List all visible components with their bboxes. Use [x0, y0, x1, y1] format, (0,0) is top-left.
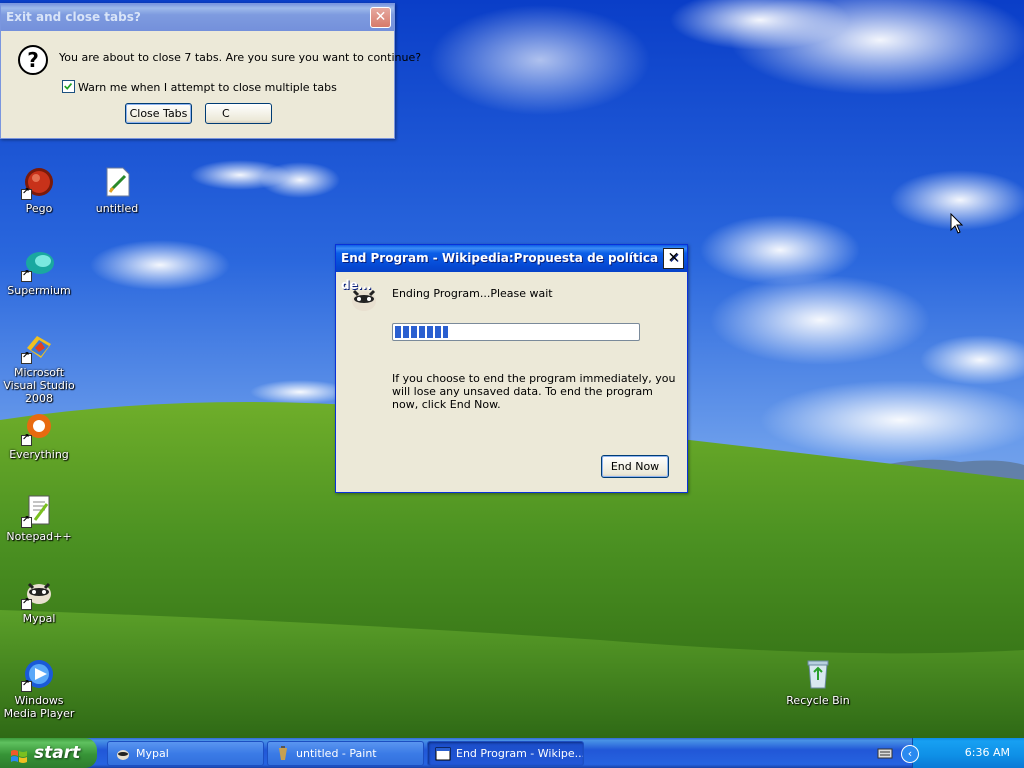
start-button[interactable]: start: [0, 738, 97, 768]
desktop-icon-recycle-bin[interactable]: Recycle Bin: [779, 658, 857, 707]
desktop-icon-label: Windows Media Player: [3, 694, 75, 720]
media-player-icon: [21, 658, 55, 692]
mypal-icon: [348, 283, 380, 315]
end-program-dialog: End Program - Wikipedia:Propuesta de pol…: [335, 244, 688, 493]
mypal-icon: [21, 576, 55, 610]
desktop-icon-label: untitled: [95, 202, 139, 215]
mouse-pointer-icon: [950, 212, 964, 235]
progress-bar-fill: [395, 326, 449, 338]
desktop-icon-everything[interactable]: Everything: [0, 412, 78, 461]
taskbar-item-label: Mypal: [136, 747, 169, 760]
end-now-button[interactable]: End Now: [601, 455, 669, 478]
progress-bar: [392, 323, 640, 341]
notepadpp-icon: [21, 494, 55, 528]
cancel-button[interactable]: C: [205, 103, 272, 124]
desktop-icon-media-player[interactable]: Windows Media Player: [0, 658, 78, 720]
shortcut-arrow-icon: [21, 679, 32, 692]
question-icon: ?: [18, 45, 48, 75]
warn-checkbox-label: Warn me when I attempt to close multiple…: [78, 81, 337, 94]
system-tray: ‹ 6:36 AM: [877, 738, 1024, 768]
windows-flag-icon: [10, 745, 28, 763]
dialog-title: Exit and close tabs?: [6, 10, 141, 24]
dialog-title: End Program - Wikipedia:Propuesta de pol…: [341, 251, 659, 292]
desktop-icon-label: Notepad++: [6, 530, 72, 543]
taskbar-item-mypal[interactable]: Mypal: [107, 741, 264, 766]
desktop-icon-mypal[interactable]: Mypal: [0, 576, 78, 625]
supermium-icon: [21, 248, 55, 282]
shortcut-arrow-icon: [21, 269, 32, 282]
pego-icon: [21, 166, 55, 200]
dialog-titlebar[interactable]: Exit and close tabs? ✕: [1, 4, 394, 31]
shortcut-arrow-icon: [21, 433, 32, 446]
chevron-left-icon[interactable]: ‹: [901, 745, 919, 763]
paint-icon: [275, 746, 291, 762]
taskbar-clock[interactable]: 6:36 AM: [965, 738, 1010, 768]
desktop-icon-notepadpp[interactable]: Notepad++: [0, 494, 78, 543]
desktop-icon-label: Pego: [25, 202, 53, 215]
taskbar-item-label: End Program - Wikipe...: [456, 747, 584, 760]
desktop-icon-label: Recycle Bin: [786, 694, 850, 707]
paint-file-icon: [101, 166, 133, 198]
keyboard-icon[interactable]: [877, 746, 893, 760]
close-icon[interactable]: ✕: [663, 248, 684, 269]
end-program-warning: If you choose to end the program immedia…: [392, 372, 676, 411]
window-icon: [435, 746, 451, 762]
shortcut-arrow-icon: [21, 515, 32, 528]
desktop-icon-label: Mypal: [22, 612, 56, 625]
taskbar-item-end-program[interactable]: End Program - Wikipe...: [427, 741, 584, 766]
desktop-icon-label: Microsoft Visual Studio 2008: [3, 366, 75, 405]
visual-studio-icon: [21, 330, 55, 364]
dialog-message: You are about to close 7 tabs. Are you s…: [59, 51, 422, 64]
taskbar: start Mypal untitled - Paint End Program…: [0, 738, 1024, 768]
desktop-icon-supermium[interactable]: Supermium: [0, 248, 78, 297]
start-label: start: [34, 743, 81, 763]
desktop-icon-label: Supermium: [7, 284, 71, 297]
warn-checkbox[interactable]: [62, 80, 75, 93]
desktop-icon-label: Everything: [9, 448, 69, 461]
everything-icon: [21, 412, 55, 446]
recycle-bin-icon: [802, 658, 834, 690]
desktop-icon-pego[interactable]: Pego: [0, 166, 78, 215]
desktop-icon-untitled[interactable]: untitled: [78, 166, 156, 215]
taskbar-item-label: untitled - Paint: [296, 747, 377, 760]
taskbar-item-paint[interactable]: untitled - Paint: [267, 741, 424, 766]
shortcut-arrow-icon: [21, 597, 32, 610]
mypal-icon: [115, 746, 131, 762]
close-icon[interactable]: ✕: [370, 7, 391, 28]
shortcut-arrow-icon: [21, 351, 32, 364]
end-program-status: Ending Program...Please wait: [392, 287, 553, 300]
desktop-icon-visual-studio[interactable]: Microsoft Visual Studio 2008: [0, 330, 78, 405]
exit-close-tabs-dialog: Exit and close tabs? ✕ ? You are about t…: [0, 3, 421, 139]
close-tabs-button[interactable]: Close Tabs: [125, 103, 192, 124]
shortcut-arrow-icon: [21, 187, 32, 200]
checkmark-icon: [64, 82, 73, 90]
dialog-titlebar[interactable]: End Program - Wikipedia:Propuesta de pol…: [336, 245, 687, 292]
